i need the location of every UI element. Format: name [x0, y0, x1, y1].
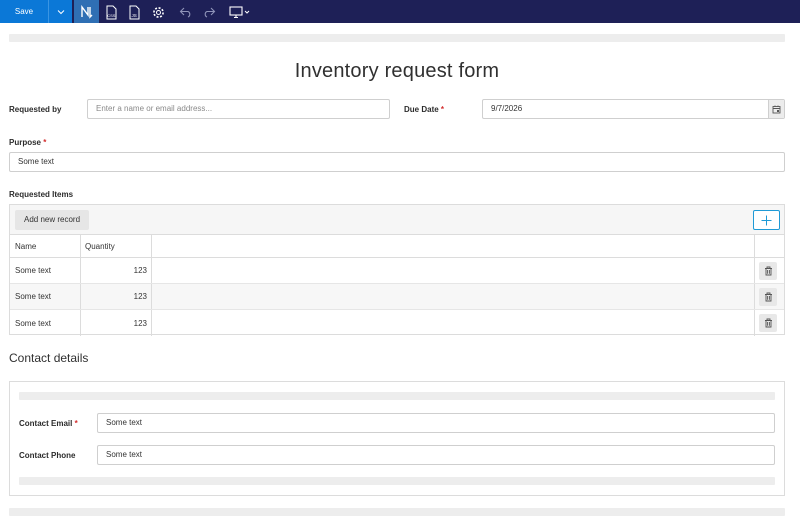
trash-icon	[764, 266, 772, 276]
delete-row-button[interactable]	[759, 314, 777, 332]
table-row[interactable]: Some text 123	[10, 310, 784, 336]
column-divider	[754, 310, 755, 336]
column-divider	[754, 258, 755, 283]
contact-email-label: Contact Email *	[19, 419, 78, 428]
contact-panel: Contact Email * Some text Contact Phone …	[9, 381, 785, 496]
save-options-button[interactable]	[48, 0, 72, 23]
contact-phone-input[interactable]: Some text	[97, 445, 775, 465]
column-divider	[80, 258, 81, 283]
requested-by-label: Requested by	[9, 105, 62, 114]
column-header-name[interactable]: Name	[15, 235, 36, 257]
undo-icon[interactable]	[178, 4, 194, 20]
save-button[interactable]: Save	[0, 0, 48, 23]
cell-quantity[interactable]: 123	[85, 284, 147, 309]
settings-gear-icon[interactable]	[150, 4, 166, 20]
form-title: Inventory request form	[294, 60, 500, 82]
column-divider	[80, 284, 81, 309]
cell-name[interactable]: Some text	[15, 258, 51, 283]
due-date-label: Due Date *	[404, 105, 445, 114]
purpose-input[interactable]: Some text	[9, 152, 785, 172]
form-bottom-spacer	[9, 508, 785, 516]
grid-toolbar: Add new record	[10, 205, 784, 235]
table-row[interactable]: Some text 123	[10, 258, 784, 284]
column-divider	[80, 310, 81, 336]
redo-icon[interactable]	[201, 4, 217, 20]
requested-items-label: Requested Items	[9, 190, 74, 199]
column-divider	[754, 284, 755, 309]
trash-icon	[764, 318, 772, 328]
contact-phone-label: Contact Phone	[19, 451, 76, 460]
monitor-preview-icon[interactable]	[229, 4, 253, 20]
panel-top-spacer	[19, 392, 775, 400]
js-file-icon[interactable]: JS	[126, 4, 142, 20]
cell-name[interactable]: Some text	[15, 310, 51, 336]
column-divider	[151, 258, 152, 283]
trash-icon	[764, 292, 772, 302]
due-date-value: 9/7/2026	[491, 104, 523, 113]
purpose-label: Purpose *	[9, 138, 47, 147]
requested-by-input[interactable]: Enter a name or email address...	[87, 99, 390, 119]
due-date-input[interactable]: 9/7/2026	[482, 99, 785, 119]
chevron-down-icon	[57, 9, 64, 14]
plus-icon	[761, 215, 772, 225]
column-header-quantity[interactable]: Quantity	[85, 235, 115, 257]
top-toolbar: Save CSS JS	[0, 0, 800, 23]
form-top-spacer	[9, 34, 785, 42]
contact-section-title: Contact details	[9, 351, 89, 365]
column-divider	[80, 235, 81, 257]
cell-quantity[interactable]: 123	[85, 310, 147, 336]
requested-items-grid: Add new record Name Quantity Some text 1…	[9, 204, 785, 336]
delete-row-button[interactable]	[759, 262, 777, 280]
panel-bottom-spacer	[19, 477, 775, 485]
table-row[interactable]: Some text 123	[10, 284, 784, 310]
cell-name[interactable]: Some text	[15, 284, 51, 309]
delete-row-button[interactable]	[759, 288, 777, 306]
calendar-icon	[772, 105, 781, 113]
add-row-button[interactable]	[753, 210, 780, 230]
column-divider	[754, 235, 755, 257]
form-designer-icon[interactable]	[79, 4, 95, 20]
grid-header-row: Name Quantity	[10, 235, 784, 258]
calendar-button[interactable]	[768, 100, 784, 118]
column-divider	[151, 310, 152, 336]
add-new-record-button[interactable]: Add new record	[15, 210, 89, 230]
column-divider	[151, 284, 152, 309]
cell-quantity[interactable]: 123	[85, 258, 147, 283]
svg-text:JS: JS	[132, 13, 137, 18]
css-file-icon[interactable]: CSS	[103, 4, 119, 20]
contact-email-input[interactable]: Some text	[97, 413, 775, 433]
column-divider	[151, 235, 152, 257]
svg-text:CSS: CSS	[107, 13, 116, 18]
